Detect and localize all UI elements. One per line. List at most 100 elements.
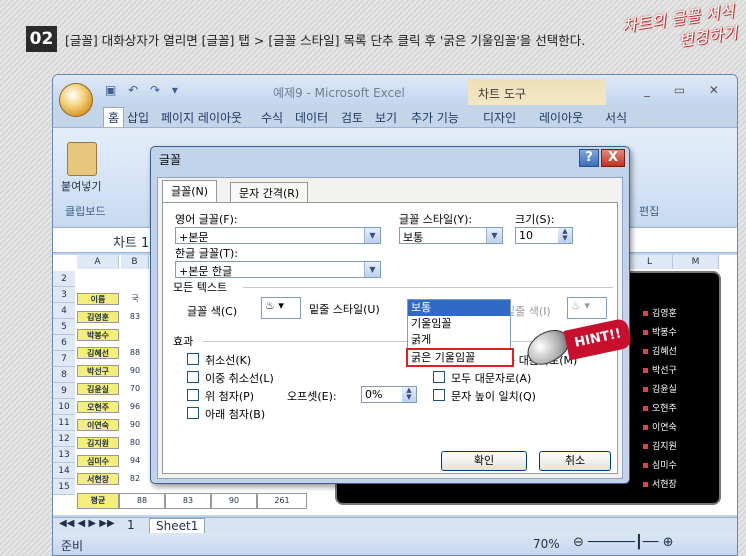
cancel-button[interactable]: 취소	[539, 451, 611, 471]
name-box[interactable]: 차트 1	[113, 232, 149, 251]
latin-font-select[interactable]: +본문 ▼	[175, 227, 381, 244]
tab-addins[interactable]: 추가 기능	[411, 109, 459, 126]
all-caps-checkbox[interactable]	[433, 371, 445, 383]
tab-view[interactable]: 보기	[375, 109, 397, 126]
column-header-m[interactable]: M	[673, 255, 719, 269]
row-header[interactable]: 11	[53, 415, 75, 431]
name-cell[interactable]: 오현주	[77, 401, 119, 413]
close-button[interactable]: X	[601, 149, 625, 167]
sheet-nav-icon[interactable]: ◀◀ ◀ ▶ ▶▶	[59, 518, 115, 529]
tab-font[interactable]: 글꼴(N)	[162, 180, 218, 202]
name-cell[interactable]: 이연숙	[77, 419, 119, 431]
score-cell[interactable]: 96	[121, 401, 149, 413]
row-header[interactable]: 10	[53, 399, 75, 415]
row-header[interactable]: 8	[53, 367, 75, 383]
row-header[interactable]: 7	[53, 351, 75, 367]
tab-layout[interactable]: 레이아웃	[539, 109, 583, 126]
legend-item: 박선구	[643, 362, 677, 381]
tab-sheet1[interactable]: Sheet1	[149, 518, 206, 534]
ribbon-tabs: 홈 삽입 페이지 레이아웃 수식 데이터 검토 보기 추가 기능 디자인 레이아…	[53, 105, 737, 127]
total-label[interactable]: 평균	[77, 493, 119, 509]
paste-icon[interactable]	[67, 142, 97, 176]
underline-color-picker[interactable]: ♨ ▾	[567, 297, 607, 319]
tab-formulas[interactable]: 수식	[261, 109, 283, 126]
score-cell[interactable]: 80	[121, 437, 149, 449]
score-cell[interactable]: 90	[121, 365, 149, 377]
name-cell[interactable]: 김영훈	[77, 311, 119, 323]
offset-input[interactable]: 0% ▲ ▼	[361, 386, 417, 403]
row-header[interactable]: 14	[53, 463, 75, 479]
window-title: 예제9 - Microsoft Excel	[273, 86, 405, 100]
score-cell[interactable]: 82	[121, 473, 149, 485]
window-controls[interactable]: _ ▭ ✕	[644, 83, 729, 97]
tab-format[interactable]: 서식	[605, 109, 627, 126]
strikethrough-checkbox[interactable]	[187, 353, 199, 365]
zoom-slider[interactable]: ⊖ ──────┃── ⊕	[573, 535, 674, 550]
name-cell[interactable]: 박봉수	[77, 329, 119, 341]
hangul-font-select[interactable]: +본문 한글 ▼	[175, 261, 381, 278]
row-header[interactable]: 12	[53, 431, 75, 447]
tab-insert[interactable]: 삽입	[127, 109, 149, 126]
tab-page-layout[interactable]: 페이지 레이아웃	[161, 109, 242, 126]
score-cell[interactable]: 70	[121, 383, 149, 395]
tab-design[interactable]: 디자인	[483, 109, 516, 126]
score-cell[interactable]: 국	[121, 293, 149, 305]
total-cell[interactable]: 261	[257, 493, 307, 509]
subscript-checkbox[interactable]	[187, 407, 199, 419]
paste-button-label[interactable]: 붙여넣기	[61, 178, 101, 194]
equalize-height-checkbox[interactable]	[433, 389, 445, 401]
row-header[interactable]: 13	[53, 447, 75, 463]
name-cell[interactable]: 서현장	[77, 473, 119, 485]
score-cell[interactable]: 90	[121, 419, 149, 431]
chart-legend[interactable]: 김영훈 박봉수 김혜선 박선구 김윤실 오현주 이연숙 김지원 심미수 서현장	[643, 305, 677, 495]
font-color-picker[interactable]: ♨ ▾	[261, 297, 301, 319]
score-cell[interactable]: 83	[121, 311, 149, 323]
column-header-a[interactable]: A	[77, 255, 119, 269]
style-option-bold[interactable]: 굵게	[408, 332, 510, 348]
legend-item: 김영훈	[643, 305, 677, 324]
name-cell[interactable]: 김혜선	[77, 347, 119, 359]
ok-button[interactable]: 확인	[441, 451, 527, 471]
row-header[interactable]: 15	[53, 479, 75, 495]
office-button[interactable]	[59, 83, 93, 117]
superscript-checkbox[interactable]	[187, 389, 199, 401]
row-header[interactable]: 6	[53, 335, 75, 351]
name-cell[interactable]: 이름	[77, 293, 119, 305]
chart-tools-label: 차트 도구	[468, 79, 606, 105]
column-header-b[interactable]: B	[121, 255, 149, 269]
name-cell[interactable]: 김지원	[77, 437, 119, 449]
tab-character-spacing[interactable]: 문자 간격(R)	[230, 182, 309, 202]
style-option-regular[interactable]: 보통	[408, 300, 510, 316]
score-cell[interactable]: 94	[121, 455, 149, 467]
tab-data[interactable]: 데이터	[295, 109, 328, 126]
row-header[interactable]: 9	[53, 383, 75, 399]
total-cell[interactable]: 90	[211, 493, 257, 509]
quick-access-toolbar[interactable]: ▣ ↶ ↷ ▾	[105, 83, 182, 97]
style-option-bold-italic[interactable]: 굵은 기울임꼴	[406, 348, 514, 367]
double-strike-checkbox[interactable]	[187, 371, 199, 383]
name-cell[interactable]: 박선구	[77, 365, 119, 377]
help-button[interactable]: ?	[579, 149, 599, 167]
row-header[interactable]: 3	[53, 287, 75, 303]
name-cell[interactable]: 김윤실	[77, 383, 119, 395]
style-option-italic[interactable]: 기울임꼴	[408, 316, 510, 332]
score-cell[interactable]: 88	[121, 347, 149, 359]
tab-home[interactable]: 홈	[103, 107, 125, 127]
legend-item: 박봉수	[643, 324, 677, 343]
score-cell[interactable]	[121, 329, 149, 341]
column-header-l[interactable]: L	[627, 255, 673, 269]
row-header[interactable]: 2	[53, 271, 75, 287]
name-cell[interactable]: 심미수	[77, 455, 119, 467]
font-style-select[interactable]: 보통 ▼	[399, 227, 503, 244]
total-cell[interactable]: 83	[165, 493, 211, 509]
spinner-icon[interactable]: ▲ ▼	[402, 387, 416, 402]
row-header[interactable]: 4	[53, 303, 75, 319]
size-input[interactable]: 10 ▲ ▼	[515, 227, 573, 244]
total-cell[interactable]: 88	[119, 493, 165, 509]
spinner-icon[interactable]: ▲ ▼	[558, 228, 572, 243]
tab-review[interactable]: 검토	[341, 109, 363, 126]
row-header[interactable]: 5	[53, 319, 75, 335]
zoom-level[interactable]: 70%	[533, 537, 560, 551]
chevron-down-icon: ▼	[486, 228, 502, 243]
double-strike-label: 이중 취소선(L)	[205, 372, 274, 385]
